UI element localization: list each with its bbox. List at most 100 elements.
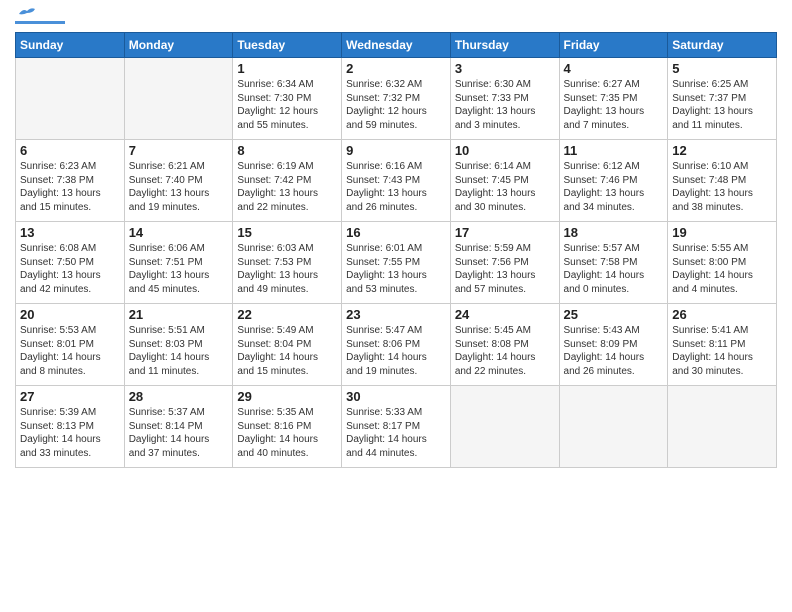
day-number: 13 [20,225,120,240]
col-header-friday: Friday [559,33,668,58]
calendar-cell: 12 Sunrise: 6:10 AM Sunset: 7:48 PM Dayli… [668,140,777,222]
day-number: 1 [237,61,337,76]
bird-icon [17,6,37,20]
day-number: 18 [564,225,664,240]
calendar-cell [16,58,125,140]
col-header-sunday: Sunday [16,33,125,58]
calendar-cell: 1 Sunrise: 6:34 AM Sunset: 7:30 PM Daylig… [233,58,342,140]
calendar-cell: 30Sunrise: 5:33 AM Sunset: 8:17 PM Dayli… [342,386,451,468]
calendar-cell: 16 Sunrise: 6:01 AM Sunset: 7:55 PM Dayli… [342,222,451,304]
calendar-cell: 8 Sunrise: 6:19 AM Sunset: 7:42 PM Daylig… [233,140,342,222]
calendar-cell: 14 Sunrise: 6:06 AM Sunset: 7:51 PM Dayli… [124,222,233,304]
calendar-cell: 23 Sunrise: 5:47 AM Sunset: 8:06 PM Dayli… [342,304,451,386]
day-info: Sunrise: 5:57 AM Sunset: 7:58 PM Dayligh… [564,242,664,296]
day-info: Sunrise: 6:03 AM Sunset: 7:53 PM Dayligh… [237,242,337,296]
day-number: 3 [455,61,555,76]
day-number: 24 [455,307,555,322]
day-info: Sunrise: 6:10 AM Sunset: 7:48 PM Dayligh… [672,160,772,214]
week-row-3: 13 Sunrise: 6:08 AM Sunset: 7:50 PM Dayli… [16,222,777,304]
calendar-cell: 4 Sunrise: 6:27 AM Sunset: 7:35 PM Daylig… [559,58,668,140]
week-row-4: 20 Sunrise: 5:53 AM Sunset: 8:01 PM Dayli… [16,304,777,386]
day-number: 15 [237,225,337,240]
day-info: Sunrise: 6:12 AM Sunset: 7:46 PM Dayligh… [564,160,664,214]
calendar-cell: 3 Sunrise: 6:30 AM Sunset: 7:33 PM Daylig… [450,58,559,140]
day-number: 2 [346,61,446,76]
day-number: 9 [346,143,446,158]
day-info: Sunrise: 6:32 AM Sunset: 7:32 PM Dayligh… [346,78,446,132]
calendar-cell: 22 Sunrise: 5:49 AM Sunset: 8:04 PM Dayli… [233,304,342,386]
calendar-cell: 24 Sunrise: 5:45 AM Sunset: 8:08 PM Dayli… [450,304,559,386]
day-info: Sunrise: 5:49 AM Sunset: 8:04 PM Dayligh… [237,324,337,378]
col-header-tuesday: Tuesday [233,33,342,58]
calendar-cell: 7Sunrise: 6:21 AM Sunset: 7:40 PM Daylig… [124,140,233,222]
day-info: Sunrise: 6:30 AM Sunset: 7:33 PM Dayligh… [455,78,555,132]
day-info: Sunrise: 5:55 AM Sunset: 8:00 PM Dayligh… [672,242,772,296]
calendar-cell: 26Sunrise: 5:41 AM Sunset: 8:11 PM Dayli… [668,304,777,386]
day-info: Sunrise: 5:41 AM Sunset: 8:11 PM Dayligh… [672,324,772,378]
calendar-cell: 28 Sunrise: 5:37 AM Sunset: 8:14 PM Dayli… [124,386,233,468]
calendar-cell: 25 Sunrise: 5:43 AM Sunset: 8:09 PM Dayli… [559,304,668,386]
calendar-cell: 13 Sunrise: 6:08 AM Sunset: 7:50 PM Dayli… [16,222,125,304]
calendar-cell: 9 Sunrise: 6:16 AM Sunset: 7:43 PM Daylig… [342,140,451,222]
calendar-cell: 27 Sunrise: 5:39 AM Sunset: 8:13 PM Dayli… [16,386,125,468]
day-info: Sunrise: 5:33 AM Sunset: 8:17 PM Dayligh… [346,406,446,460]
day-number: 25 [564,307,664,322]
day-number: 27 [20,389,120,404]
col-header-wednesday: Wednesday [342,33,451,58]
day-info: Sunrise: 5:53 AM Sunset: 8:01 PM Dayligh… [20,324,120,378]
calendar-cell: 6 Sunrise: 6:23 AM Sunset: 7:38 PM Daylig… [16,140,125,222]
calendar-table: SundayMondayTuesdayWednesdayThursdayFrid… [15,32,777,468]
day-info: Sunrise: 6:27 AM Sunset: 7:35 PM Dayligh… [564,78,664,132]
day-info: Sunrise: 6:34 AM Sunset: 7:30 PM Dayligh… [237,78,337,132]
day-number: 8 [237,143,337,158]
col-header-monday: Monday [124,33,233,58]
day-info: Sunrise: 5:47 AM Sunset: 8:06 PM Dayligh… [346,324,446,378]
day-info: Sunrise: 5:37 AM Sunset: 8:14 PM Dayligh… [129,406,229,460]
day-number: 6 [20,143,120,158]
day-info: Sunrise: 5:43 AM Sunset: 8:09 PM Dayligh… [564,324,664,378]
day-info: Sunrise: 6:23 AM Sunset: 7:38 PM Dayligh… [20,160,120,214]
calendar-cell: 10 Sunrise: 6:14 AM Sunset: 7:45 PM Dayli… [450,140,559,222]
page-header [15,10,777,24]
day-info: Sunrise: 6:06 AM Sunset: 7:51 PM Dayligh… [129,242,229,296]
header-row: SundayMondayTuesdayWednesdayThursdayFrid… [16,33,777,58]
calendar-cell: 20 Sunrise: 5:53 AM Sunset: 8:01 PM Dayli… [16,304,125,386]
calendar-cell: 11 Sunrise: 6:12 AM Sunset: 7:46 PM Dayli… [559,140,668,222]
day-number: 10 [455,143,555,158]
week-row-1: 1 Sunrise: 6:34 AM Sunset: 7:30 PM Daylig… [16,58,777,140]
day-number: 14 [129,225,229,240]
day-info: Sunrise: 5:51 AM Sunset: 8:03 PM Dayligh… [129,324,229,378]
day-number: 20 [20,307,120,322]
day-info: Sunrise: 5:35 AM Sunset: 8:16 PM Dayligh… [237,406,337,460]
day-info: Sunrise: 6:25 AM Sunset: 7:37 PM Dayligh… [672,78,772,132]
day-number: 23 [346,307,446,322]
day-info: Sunrise: 6:14 AM Sunset: 7:45 PM Dayligh… [455,160,555,214]
day-number: 22 [237,307,337,322]
day-number: 17 [455,225,555,240]
week-row-2: 6 Sunrise: 6:23 AM Sunset: 7:38 PM Daylig… [16,140,777,222]
col-header-thursday: Thursday [450,33,559,58]
calendar-cell [124,58,233,140]
day-number: 11 [564,143,664,158]
day-info: Sunrise: 5:45 AM Sunset: 8:08 PM Dayligh… [455,324,555,378]
day-info: Sunrise: 6:08 AM Sunset: 7:50 PM Dayligh… [20,242,120,296]
calendar-cell [450,386,559,468]
day-number: 21 [129,307,229,322]
day-info: Sunrise: 6:19 AM Sunset: 7:42 PM Dayligh… [237,160,337,214]
day-number: 19 [672,225,772,240]
day-info: Sunrise: 6:01 AM Sunset: 7:55 PM Dayligh… [346,242,446,296]
calendar-cell: 5Sunrise: 6:25 AM Sunset: 7:37 PM Daylig… [668,58,777,140]
day-number: 4 [564,61,664,76]
day-number: 28 [129,389,229,404]
calendar-cell [668,386,777,468]
day-number: 12 [672,143,772,158]
day-number: 16 [346,225,446,240]
day-info: Sunrise: 5:59 AM Sunset: 7:56 PM Dayligh… [455,242,555,296]
calendar-cell: 19 Sunrise: 5:55 AM Sunset: 8:00 PM Dayli… [668,222,777,304]
day-info: Sunrise: 6:16 AM Sunset: 7:43 PM Dayligh… [346,160,446,214]
day-info: Sunrise: 6:21 AM Sunset: 7:40 PM Dayligh… [129,160,229,214]
week-row-5: 27 Sunrise: 5:39 AM Sunset: 8:13 PM Dayli… [16,386,777,468]
calendar-cell: 18 Sunrise: 5:57 AM Sunset: 7:58 PM Dayli… [559,222,668,304]
day-info: Sunrise: 5:39 AM Sunset: 8:13 PM Dayligh… [20,406,120,460]
calendar-cell: 29Sunrise: 5:35 AM Sunset: 8:16 PM Dayli… [233,386,342,468]
